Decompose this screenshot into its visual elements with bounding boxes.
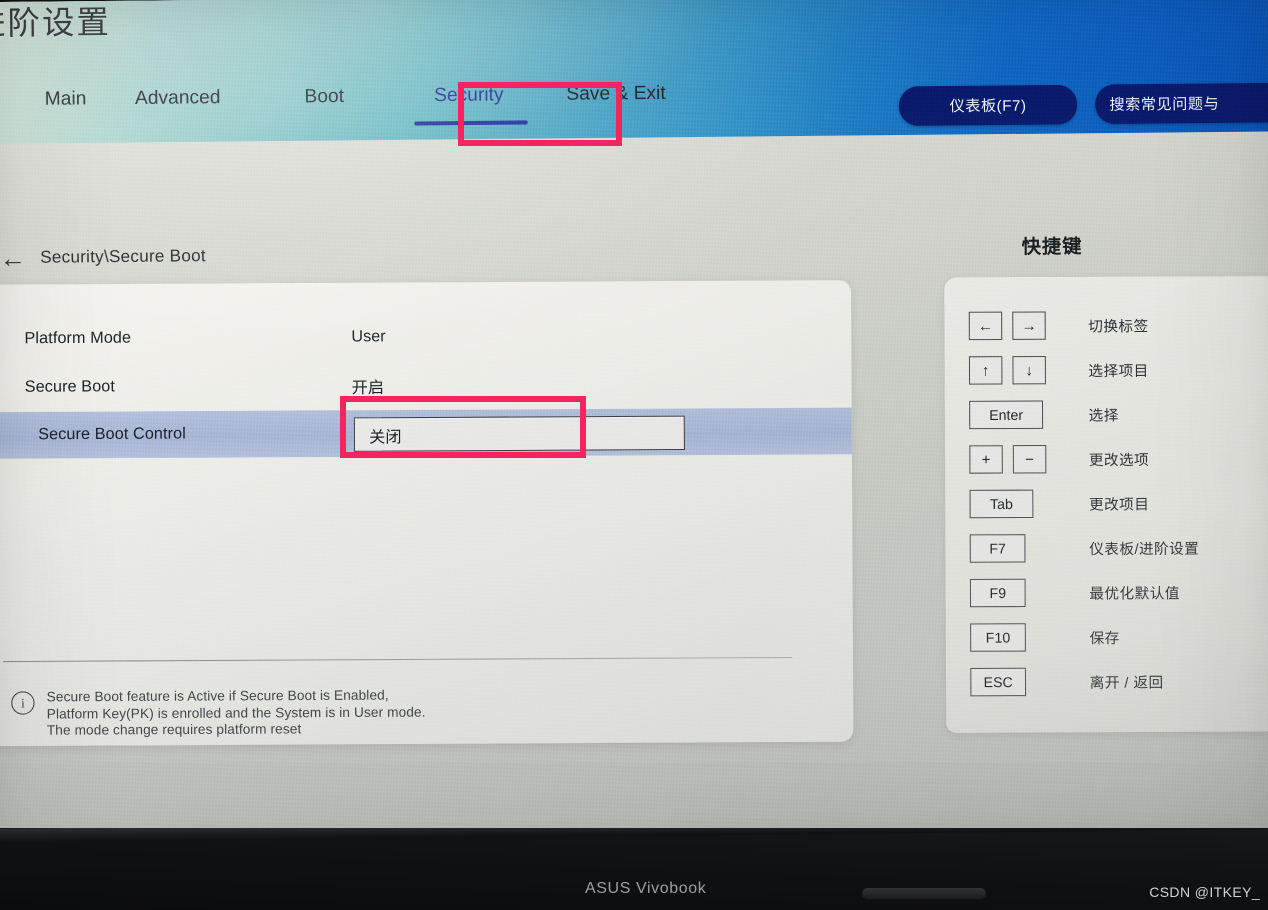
minus-key-icon: −: [1012, 445, 1047, 474]
enter-key-icon: Enter: [969, 400, 1044, 430]
shortcut-desc: 选择: [1088, 407, 1119, 425]
list-item: F9 最优化默认值: [956, 570, 1268, 616]
tab-advanced[interactable]: Advanced: [135, 87, 221, 120]
shortcut-keys: Enter: [955, 400, 1075, 430]
shortcut-keys: ↑ ↓: [955, 355, 1075, 385]
list-item: Enter 选择: [955, 391, 1268, 437]
info-note-line: The mode change requires platform reset: [46, 721, 302, 738]
shortcut-desc: 更改项目: [1088, 496, 1150, 514]
setting-label-platform-mode: Platform Mode: [24, 329, 132, 348]
shortcut-keys: F7: [956, 534, 1076, 563]
arrow-right-key-icon: →: [1012, 311, 1046, 340]
arrow-left-icon[interactable]: ←: [0, 243, 26, 274]
shortcut-keys: F10: [956, 623, 1076, 652]
list-item: F7 仪表板/进阶设置: [956, 525, 1268, 571]
info-note: i Secure Boot feature is Active if Secur…: [11, 687, 426, 739]
f7-key-icon: F7: [969, 534, 1026, 563]
setting-value-secure-boot: 开启: [351, 379, 385, 398]
search-faq-button[interactable]: 搜索常见问题与: [1095, 82, 1268, 125]
shortcuts-panel: ← → 切换标签 ↑ ↓ 选择项目 Enter 选择 + − 更改选项 Tab …: [944, 276, 1268, 733]
shortcuts-title: 快捷键: [1021, 236, 1083, 259]
shortcut-desc: 更改选项: [1088, 452, 1150, 469]
bios-header: 进阶设置 Main Advanced Boot Security Save & …: [0, 0, 1268, 144]
plus-key-icon: +: [969, 445, 1003, 474]
watermark: CSDN @ITKEY_: [1149, 884, 1260, 900]
setting-label-secure-boot: Secure Boot: [24, 378, 116, 396]
arrow-left-key-icon: ←: [968, 311, 1003, 341]
list-item: ← → 切换标签: [955, 302, 1268, 348]
tab-boot[interactable]: Boot: [304, 86, 344, 119]
table-row[interactable]: Platform Mode User: [0, 311, 851, 364]
laptop-screen: 进阶设置 Main Advanced Boot Security Save & …: [0, 0, 1268, 859]
divider: [2, 656, 793, 663]
f9-key-icon: F9: [969, 578, 1026, 608]
laptop-bezel: ASUS Vivobook: [0, 828, 1268, 910]
screenshot-root: 进阶设置 Main Advanced Boot Security Save & …: [0, 0, 1268, 910]
list-item: F10 保存: [956, 614, 1268, 660]
page-title: 进阶设置: [0, 3, 111, 42]
annotation-box-security-tab: [458, 82, 622, 146]
shortcut-desc: 切换标签: [1088, 318, 1149, 336]
info-note-text: Secure Boot feature is Active if Secure …: [47, 687, 426, 739]
info-icon: i: [11, 691, 35, 715]
settings-card: Platform Mode User Secure Boot 开启 Secure…: [0, 280, 854, 747]
shortcut-desc: 仪表板/进阶设置: [1089, 541, 1200, 558]
breadcrumb-path: Security\Secure Boot: [40, 245, 206, 267]
list-item: Tab 更改项目: [955, 480, 1268, 526]
setting-label-secure-boot-control: Secure Boot Control: [38, 425, 186, 444]
device-brand-label: ASUS Vivobook: [585, 880, 707, 897]
shortcut-keys: Tab: [955, 489, 1075, 519]
arrow-down-key-icon: ↓: [1012, 355, 1046, 385]
tab-main[interactable]: Main: [45, 88, 87, 121]
shortcuts-list: ← → 切换标签 ↑ ↓ 选择项目 Enter 选择 + − 更改选项 Tab …: [955, 302, 1268, 704]
shortcut-keys: ← →: [955, 311, 1075, 341]
shortcut-keys: + −: [955, 445, 1075, 474]
shortcut-desc: 离开 / 返回: [1089, 674, 1164, 692]
f10-key-icon: F10: [970, 623, 1026, 652]
shortcut-desc: 最优化默认值: [1089, 585, 1180, 603]
setting-value-platform-mode: User: [351, 328, 386, 346]
tab-key-icon: Tab: [969, 489, 1034, 519]
info-note-line: Platform Key(PK) is enrolled and the Sys…: [46, 703, 426, 722]
hinge-notch: [862, 888, 986, 899]
arrow-up-key-icon: ↑: [968, 356, 1003, 385]
info-note-line: Secure Boot feature is Active if Secure …: [46, 687, 389, 705]
dashboard-button[interactable]: 仪表板(F7): [898, 84, 1078, 126]
esc-key-icon: ESC: [970, 667, 1027, 697]
list-item: ESC 离开 / 返回: [956, 659, 1268, 705]
breadcrumb[interactable]: ← Security\Secure Boot: [0, 243, 206, 274]
shortcut-keys: F9: [956, 578, 1076, 608]
shortcut-desc: 保存: [1089, 630, 1120, 647]
annotation-box-secure-boot-control: [340, 396, 586, 458]
list-item: + − 更改选项: [955, 436, 1268, 482]
list-item: ↑ ↓ 选择项目: [955, 347, 1268, 393]
shortcut-desc: 选择项目: [1088, 363, 1149, 380]
shortcut-keys: ESC: [956, 667, 1076, 697]
header-buttons: 仪表板(F7) 搜索常见问题与: [898, 82, 1268, 126]
